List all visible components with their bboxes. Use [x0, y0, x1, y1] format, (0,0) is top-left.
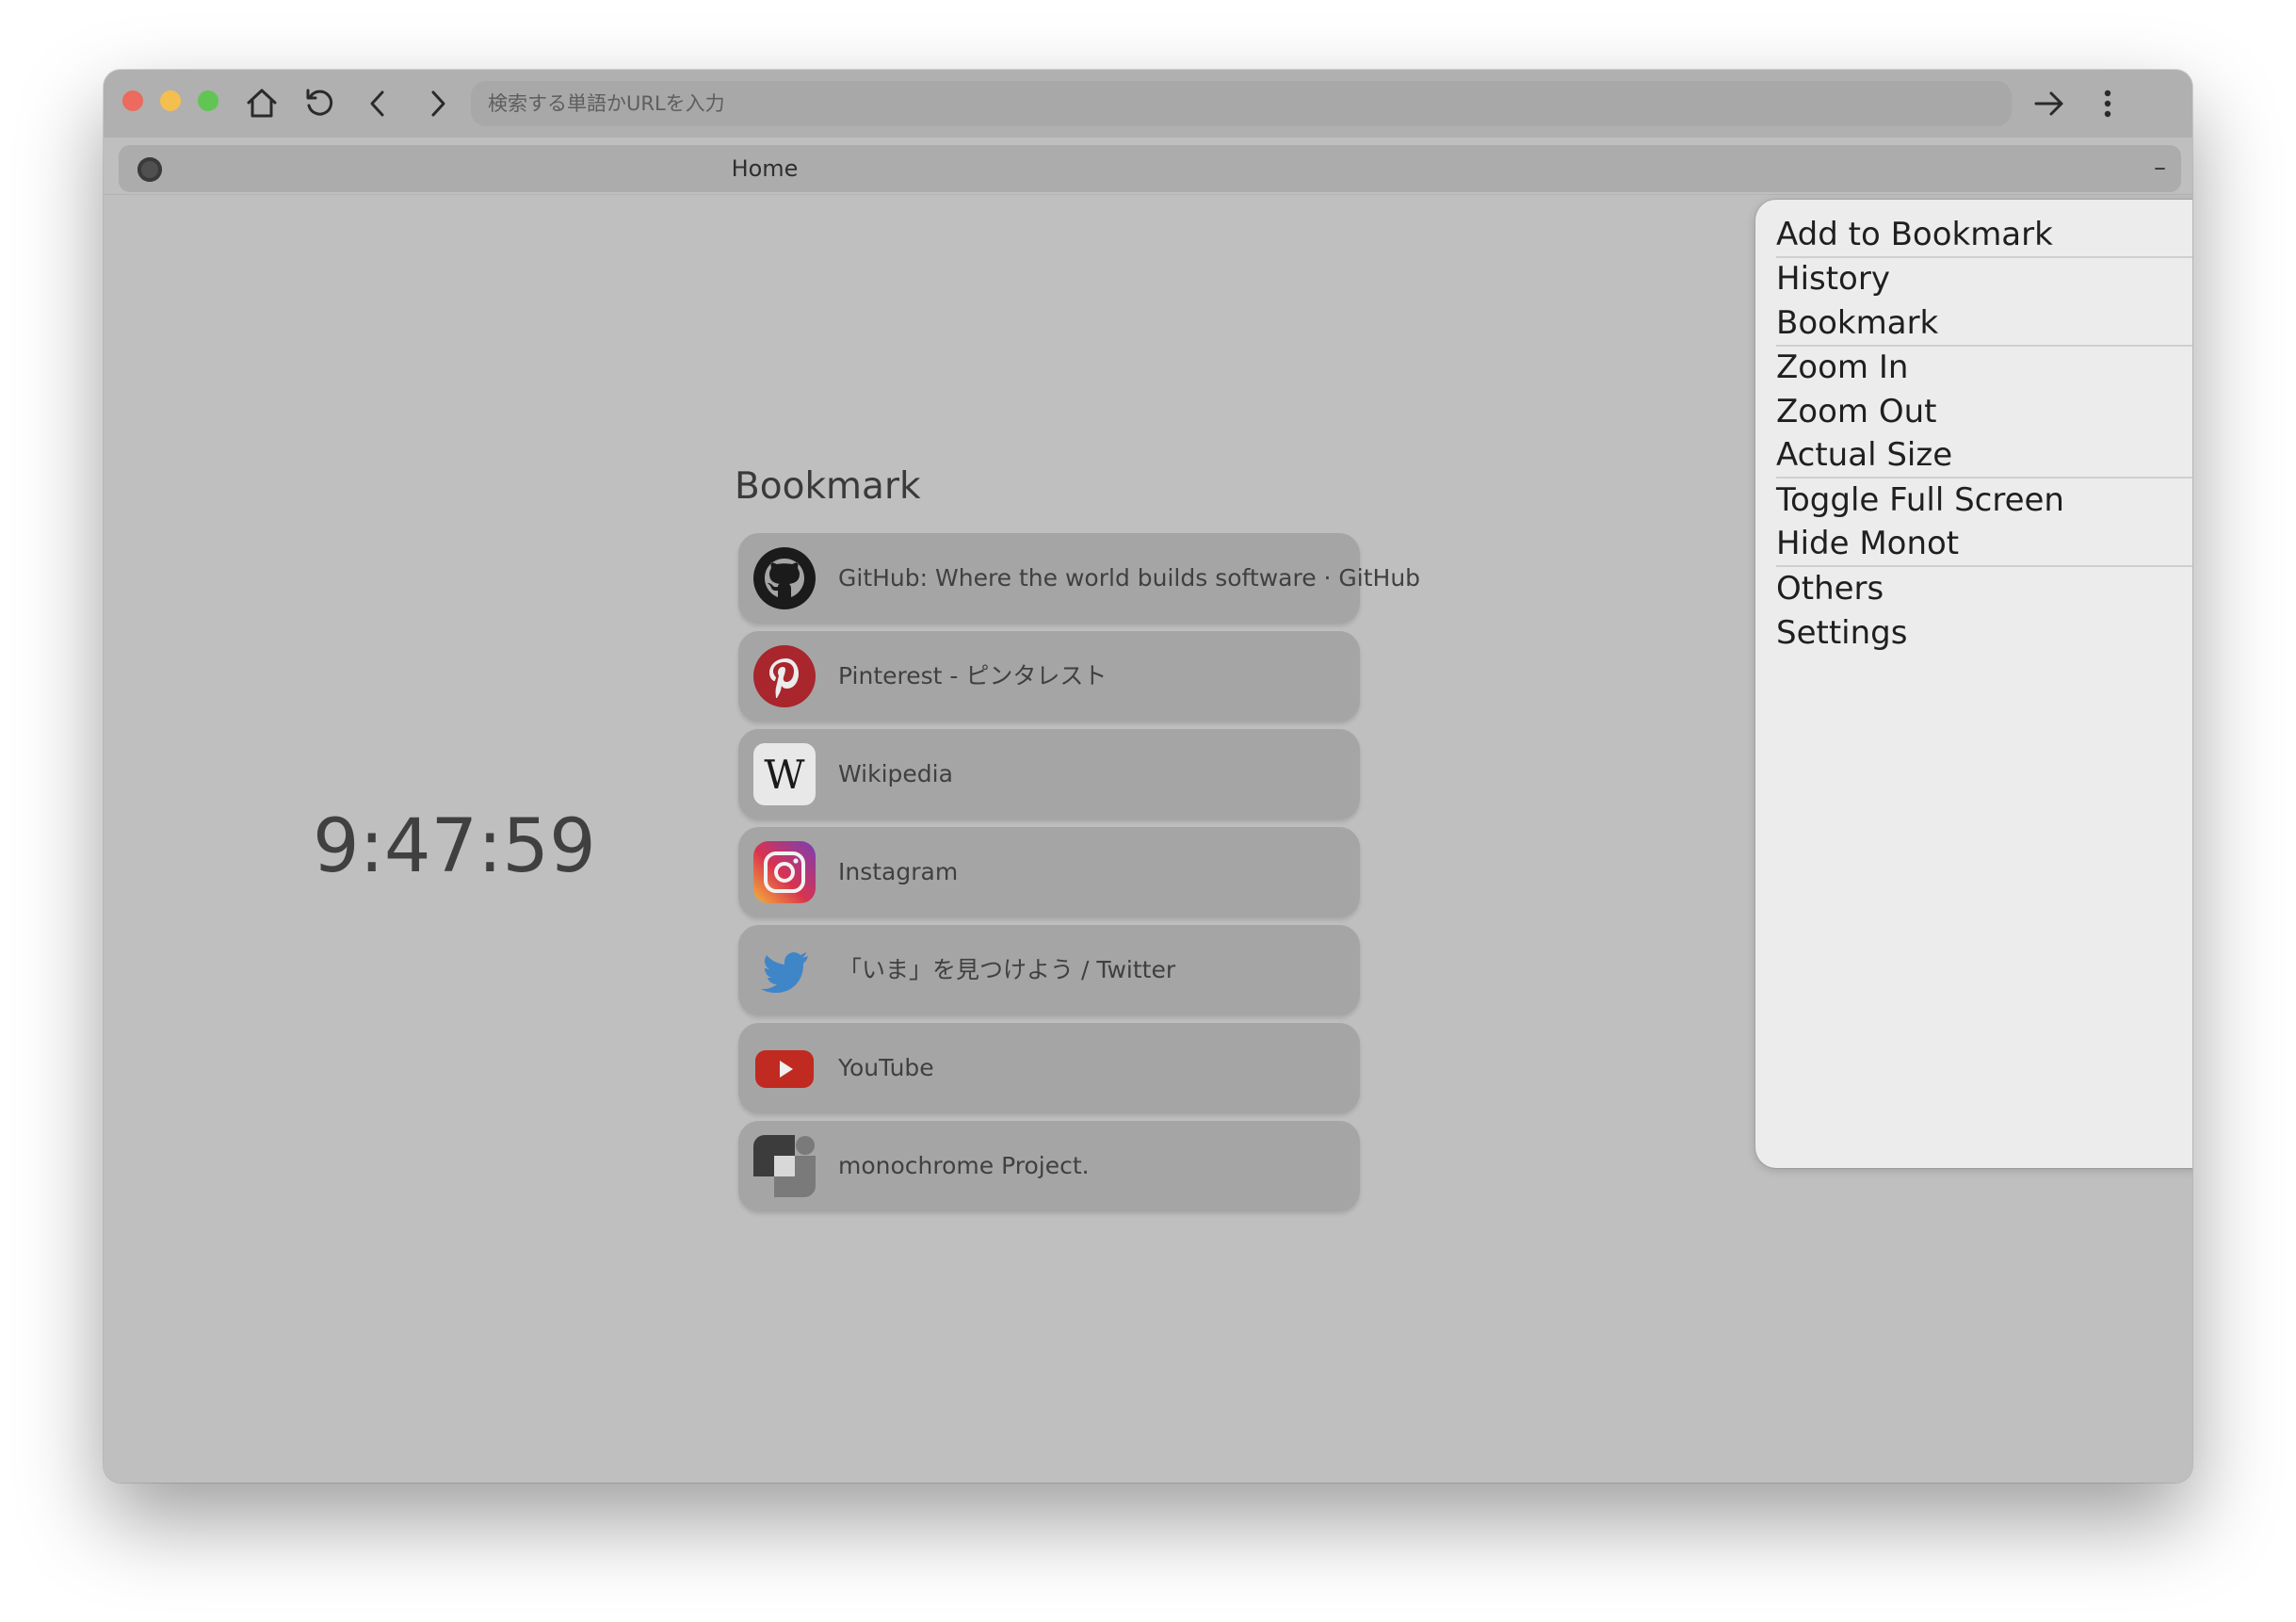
toolbar: 検索する単語かURLを入力 [104, 70, 2192, 138]
menu-item-toggle-full-screen[interactable]: Toggle Full Screen [1776, 478, 2192, 522]
menu-item-label: Hide Monot [1776, 525, 1960, 562]
bookmark-title: monochrome Project. [838, 1152, 1090, 1179]
maximize-window-button[interactable] [198, 90, 218, 111]
bookmark-item-youtube[interactable]: YouTube [738, 1023, 1360, 1113]
menu-item-label: Toggle Full Screen [1776, 481, 2064, 519]
home-icon[interactable] [241, 83, 283, 124]
bookmark-title: GitHub: Where the world builds software … [838, 564, 1421, 592]
menu-item-label: Settings [1776, 614, 1908, 652]
back-icon[interactable] [358, 83, 399, 124]
bookmark-title: Wikipedia [838, 760, 953, 787]
bookmark-title: YouTube [838, 1054, 934, 1081]
github-icon [753, 547, 816, 609]
menu-item-actual-size[interactable]: Actual Size [1776, 433, 2192, 477]
tab-title: Home [731, 155, 799, 182]
clock: 9:47:59 [313, 804, 596, 889]
browser-window: 検索する単語かURLを入力 Home – 9:47:59 Bookmark Gi… [104, 70, 2192, 1483]
menu-item-label: Zoom Out [1776, 393, 1937, 430]
bookmark-item-monochrome-project[interactable]: monochrome Project. [738, 1121, 1360, 1211]
bookmark-title: Pinterest - ピンタレスト [838, 662, 1108, 689]
bookmark-heading: Bookmark [735, 465, 921, 508]
pinterest-icon [753, 645, 816, 707]
twitter-icon [761, 952, 808, 993]
youtube-icon [755, 1050, 814, 1088]
menu-item-hide-monot[interactable]: Hide Monot [1776, 522, 2192, 565]
bookmark-item-instagram[interactable]: Instagram [738, 827, 1360, 917]
main-menu: Add to Bookmark History Bookmark Zoom In… [1755, 200, 2192, 1168]
bookmark-item-wikipedia[interactable]: W Wikipedia [738, 729, 1360, 819]
menu-item-add-to-bookmark[interactable]: Add to Bookmark [1776, 213, 2192, 256]
forward-icon[interactable] [416, 83, 458, 124]
bookmark-title: Instagram [838, 858, 959, 885]
menu-item-others[interactable]: Others [1776, 567, 2192, 610]
tab-close-button[interactable]: – [2154, 145, 2166, 190]
instagram-icon [753, 841, 816, 903]
wikipedia-icon: W [753, 743, 816, 805]
close-window-button[interactable] [122, 90, 143, 111]
reload-icon[interactable] [299, 83, 341, 124]
tab-bar: Home – [104, 138, 2192, 195]
menu-item-history[interactable]: History [1776, 257, 2192, 300]
menu-item-zoom-out[interactable]: Zoom Out [1776, 390, 2192, 433]
menu-item-bookmark[interactable]: Bookmark [1776, 301, 2192, 345]
bookmark-item-pinterest[interactable]: Pinterest - ピンタレスト [738, 631, 1360, 722]
bookmark-title: 「いま」を見つけよう / Twitter [838, 956, 1176, 983]
more-vertical-icon[interactable] [2087, 83, 2128, 124]
menu-item-label: Others [1776, 570, 1884, 608]
go-arrow-icon[interactable] [2029, 83, 2070, 124]
menu-item-label: Bookmark [1776, 304, 1939, 342]
bookmark-item-twitter[interactable]: 「いま」を見つけよう / Twitter [738, 925, 1360, 1015]
minimize-window-button[interactable] [160, 90, 181, 111]
menu-item-settings[interactable]: Settings [1776, 611, 2192, 655]
menu-item-label: Zoom In [1776, 349, 1909, 386]
menu-item-label: Actual Size [1776, 436, 1953, 474]
bookmark-item-github[interactable]: GitHub: Where the world builds software … [738, 533, 1420, 624]
svg-text:W: W [764, 752, 805, 798]
menu-item-label: Add to Bookmark [1776, 216, 2053, 253]
tab-home[interactable]: Home – [119, 145, 2181, 192]
bookmark-list: GitHub: Where the world builds software … [738, 533, 1420, 1219]
search-input[interactable]: 検索する単語かURLを入力 [471, 81, 2012, 126]
monochrome-project-icon [753, 1135, 816, 1197]
menu-item-zoom-in[interactable]: Zoom In [1776, 346, 2192, 389]
menu-item-label: History [1776, 260, 1890, 298]
